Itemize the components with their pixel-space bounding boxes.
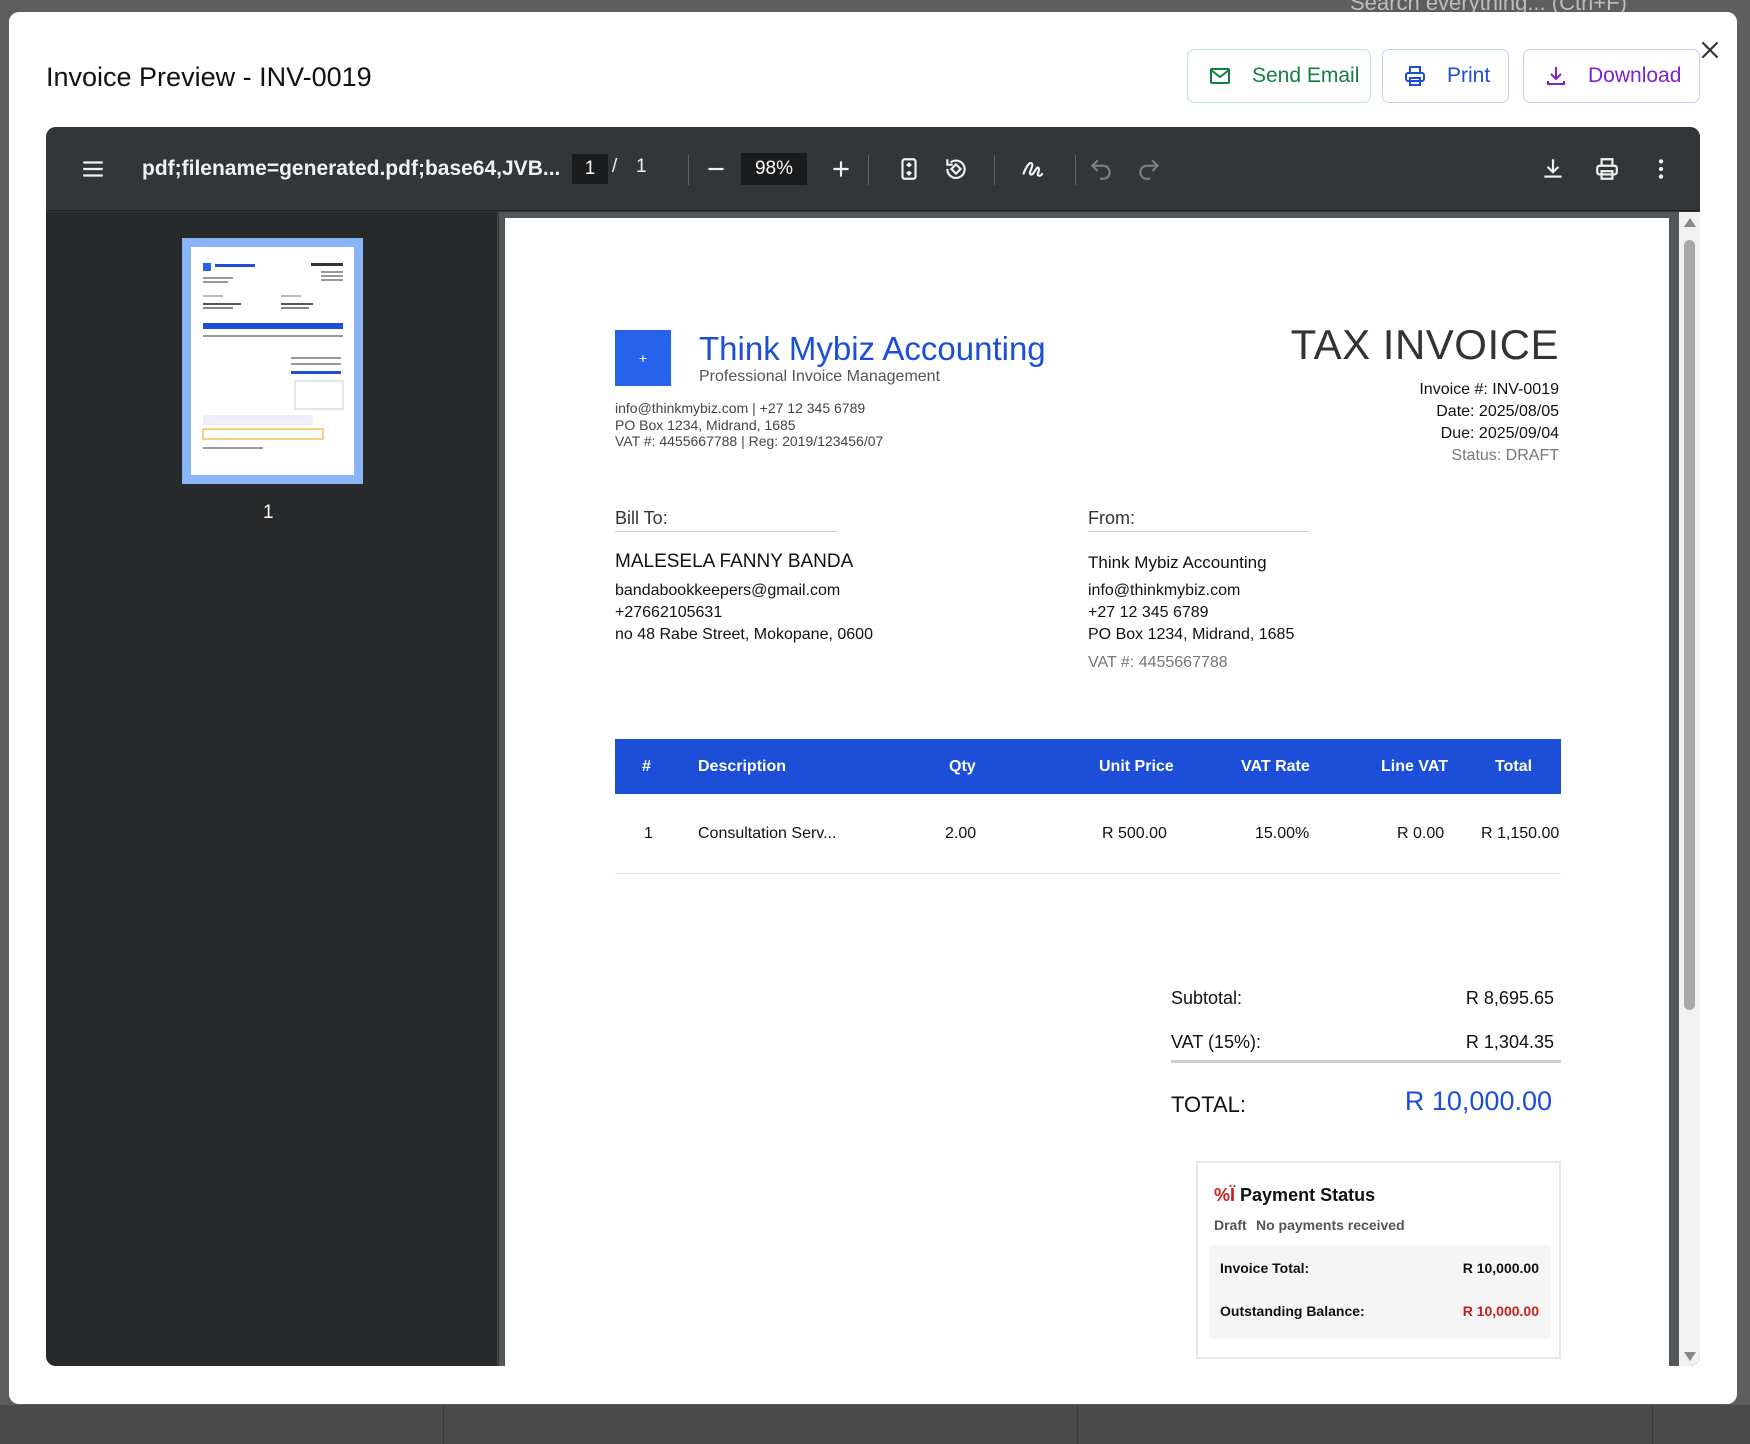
from-label: From: xyxy=(1088,508,1135,528)
from-vat: VAT #: 4455667788 xyxy=(1088,654,1228,671)
thumbnail-page-number: 1 xyxy=(263,502,274,523)
download-label: Download xyxy=(1588,64,1682,87)
invoice-page: + Think Mybiz Accounting Professional In… xyxy=(505,218,1669,1366)
page-thumbnail[interactable] xyxy=(182,238,363,484)
row-total: R 1,150.00 xyxy=(1481,824,1560,842)
total-value: R 10,000.00 xyxy=(1404,1086,1552,1116)
company-registration: VAT #: 4455667788 | Reg: 2019/123456/07 xyxy=(615,433,884,449)
background-table-strip xyxy=(0,1405,1750,1444)
pdf-download-icon[interactable] xyxy=(1538,154,1568,184)
outstanding-balance-value: R 10,000.00 xyxy=(1462,1303,1539,1319)
invoice-preview-modal: Invoice Preview - INV-0019 Send Email Pr… xyxy=(9,12,1737,1404)
header-description: Description xyxy=(698,757,787,775)
company-address: PO Box 1234, Midrand, 1685 xyxy=(615,417,796,433)
header-total: Total xyxy=(1495,757,1533,775)
pdf-toolbar: pdf;filename=generated.pdf;base64,JVB...… xyxy=(46,127,1700,211)
payment-status-title: %Ï Payment Status xyxy=(1214,1185,1375,1206)
rotate-icon[interactable] xyxy=(941,154,971,184)
close-icon[interactable] xyxy=(1697,37,1723,63)
total-label: TOTAL: xyxy=(1171,1092,1246,1117)
payment-status-box: %Ï Payment Status Draft No payments rece… xyxy=(1196,1161,1561,1359)
bill-to-email: bandabookkeepers@gmail.com xyxy=(615,582,841,599)
scroll-down-arrow-icon[interactable] xyxy=(1684,1352,1696,1361)
thumbnail-preview xyxy=(191,247,354,475)
pdf-print-icon[interactable] xyxy=(1592,154,1622,184)
from-name: Think Mybiz Accounting xyxy=(1088,553,1267,572)
undo-icon[interactable] xyxy=(1086,154,1116,184)
company-logo: + xyxy=(615,330,671,386)
row-line-vat: R 0.00 xyxy=(1397,824,1445,842)
thumbnail-sidebar: 1 xyxy=(46,212,498,1366)
zoom-in-icon[interactable] xyxy=(826,154,856,184)
invoice-title: TAX INVOICE xyxy=(1290,321,1559,368)
pdf-scrollbar[interactable] xyxy=(1679,212,1700,1366)
pdf-filename: pdf;filename=generated.pdf;base64,JVB... xyxy=(142,157,561,180)
row-vat-rate: 15.00% xyxy=(1255,824,1310,842)
payment-summary-panel: Invoice Total: R 10,000.00 Outstanding B… xyxy=(1209,1245,1551,1339)
page-total: 1 xyxy=(636,156,647,177)
annotate-icon[interactable] xyxy=(1018,154,1048,184)
company-contact: info@thinkmybiz.com | +27 12 345 6789 xyxy=(615,400,866,416)
zoom-level-input[interactable]: 98% xyxy=(741,153,807,185)
header-number: # xyxy=(642,757,651,775)
invoice-total-value: R 10,000.00 xyxy=(1462,1260,1539,1276)
modal-title: Invoice Preview - INV-0019 xyxy=(46,62,372,92)
subtotal-value: R 8,695.65 xyxy=(1465,988,1554,1008)
company-name: Think Mybiz Accounting xyxy=(699,330,1046,367)
print-button[interactable]: Print xyxy=(1382,49,1509,103)
summary-divider xyxy=(1171,1060,1561,1063)
page-separator: / xyxy=(612,156,618,177)
zoom-out-icon[interactable] xyxy=(701,154,731,184)
from-email: info@thinkmybiz.com xyxy=(1088,582,1241,599)
header-unit-price: Unit Price xyxy=(1099,757,1174,775)
download-icon xyxy=(1542,62,1570,90)
invoice-date: Date: 2025/08/05 xyxy=(1436,403,1559,420)
from-phone: +27 12 345 6789 xyxy=(1088,604,1209,621)
table-row: 1 Consultation Serv... 2.00 R 500.00 15.… xyxy=(615,794,1561,874)
vat-label: VAT (15%): xyxy=(1171,1032,1262,1052)
header-line-vat: Line VAT xyxy=(1381,757,1448,775)
outstanding-balance-label: Outstanding Balance: xyxy=(1220,1303,1365,1319)
payment-note: No payments received xyxy=(1256,1217,1405,1233)
invoice-number: Invoice #: INV-0019 xyxy=(1419,381,1559,398)
row-unit-price: R 500.00 xyxy=(1102,824,1167,842)
redo-icon[interactable] xyxy=(1134,154,1164,184)
vat-value: R 1,304.35 xyxy=(1465,1032,1554,1052)
mail-icon xyxy=(1206,62,1234,90)
fit-page-icon[interactable] xyxy=(894,154,924,184)
invoice-status: Status: DRAFT xyxy=(1451,447,1559,464)
more-options-icon[interactable] xyxy=(1646,154,1676,184)
scroll-up-arrow-icon[interactable] xyxy=(1684,218,1696,227)
payment-status-heading: Payment Status xyxy=(1240,1185,1376,1205)
pdf-viewer: pdf;filename=generated.pdf;base64,JVB...… xyxy=(46,127,1700,1366)
printer-icon xyxy=(1401,62,1429,90)
invoice-due-date: Due: 2025/09/04 xyxy=(1440,425,1559,442)
bill-to-address: no 48 Rabe Street, Mokopane, 0600 xyxy=(615,626,873,643)
pdf-canvas: + Think Mybiz Accounting Professional In… xyxy=(499,212,1700,1366)
invoice-total-label: Invoice Total: xyxy=(1220,1260,1310,1276)
payment-status-icon: %Ï xyxy=(1214,1185,1236,1205)
row-number: 1 xyxy=(644,824,653,842)
header-vat-rate: VAT Rate xyxy=(1241,757,1310,775)
print-label: Print xyxy=(1447,64,1491,87)
send-email-button[interactable]: Send Email xyxy=(1187,49,1371,103)
row-qty: 2.00 xyxy=(945,824,977,842)
bill-to-label: Bill To: xyxy=(615,508,668,528)
payment-state: Draft xyxy=(1214,1217,1247,1233)
header-qty: Qty xyxy=(949,757,976,775)
line-items-table: # Description Qty Unit Price VAT Rate Li… xyxy=(615,739,1561,874)
page-number-input[interactable]: 1 xyxy=(572,154,608,184)
company-tagline: Professional Invoice Management xyxy=(699,368,941,385)
from-address: PO Box 1234, Midrand, 1685 xyxy=(1088,626,1295,643)
row-description: Consultation Serv... xyxy=(698,824,837,842)
bill-to-name: MALESELA FANNY BANDA xyxy=(615,551,854,572)
menu-icon[interactable] xyxy=(78,154,108,184)
scrollbar-thumb[interactable] xyxy=(1684,240,1695,1010)
send-email-label: Send Email xyxy=(1252,64,1360,87)
table-header: # Description Qty Unit Price VAT Rate Li… xyxy=(615,739,1561,794)
download-button[interactable]: Download xyxy=(1523,49,1700,103)
bill-to-phone: +27662105631 xyxy=(615,604,723,621)
subtotal-label: Subtotal: xyxy=(1171,988,1243,1008)
